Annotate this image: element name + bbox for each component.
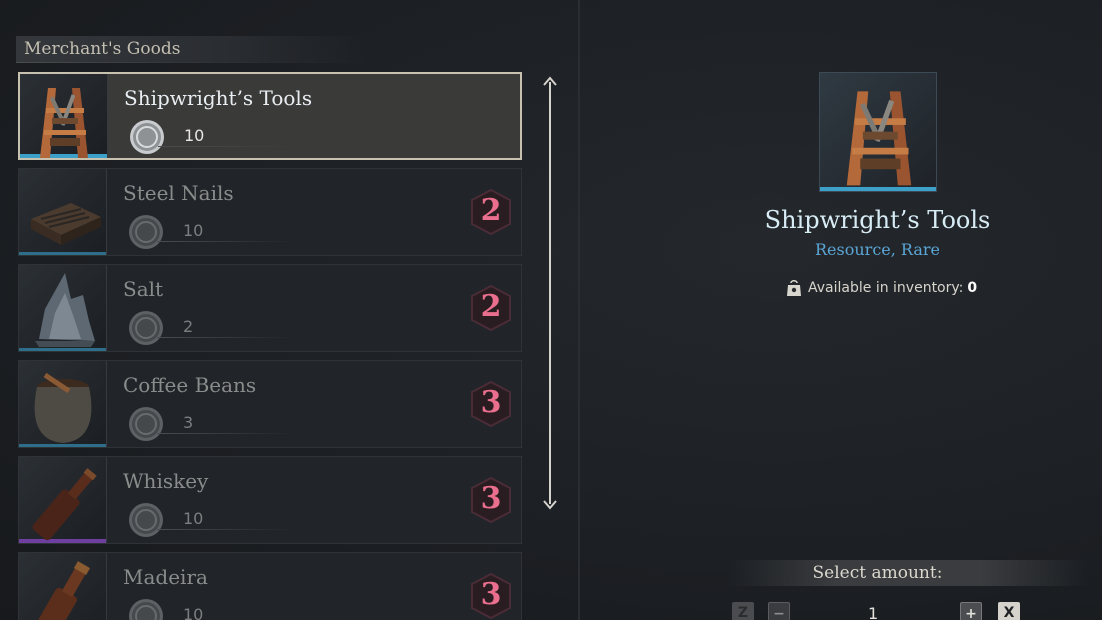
inventory-label: Available in inventory: <box>808 280 964 296</box>
coin-icon <box>129 503 163 537</box>
rank-value: 3 <box>480 481 502 516</box>
goods-list: Shipwright’s Tools 10 Steel Nails 10 2 S… <box>18 72 522 620</box>
rank-badge: 3 <box>469 572 513 620</box>
increase-amount-button[interactable]: + <box>960 602 982 620</box>
shipwrights-tools-thumbnail <box>20 74 108 158</box>
price-row: 10 <box>127 597 347 620</box>
item-price: 10 <box>183 605 204 620</box>
steel-nails-thumbnail <box>19 169 107 255</box>
item-detail-panel: Shipwright’s Tools Resource, Rare Availa… <box>580 0 1102 620</box>
nail-box-icon <box>31 203 101 245</box>
madeira-thumbnail <box>19 553 107 620</box>
goods-item-shipwrights-tools[interactable]: Shipwright’s Tools 10 <box>18 72 522 160</box>
price-row: 3 <box>127 405 347 441</box>
goods-item-madeira[interactable]: Madeira 10 3 <box>18 552 522 620</box>
increase-key-hint[interactable]: X <box>998 602 1020 620</box>
coin-icon <box>129 215 163 249</box>
amount-value: 1 <box>868 604 879 620</box>
amount-selector: Z − 1 + X <box>732 602 1032 620</box>
goods-item-coffee-beans[interactable]: Coffee Beans 3 3 <box>18 360 522 448</box>
bag-icon <box>787 280 801 296</box>
goods-item-salt[interactable]: Salt 2 2 <box>18 264 522 352</box>
price-underline <box>157 337 297 338</box>
price-row: 10 <box>127 213 347 249</box>
detail-item-image <box>819 72 937 192</box>
detail-rarity: Resource, Rare <box>815 240 940 259</box>
price-underline <box>157 529 297 530</box>
goods-item-whiskey[interactable]: Whiskey 10 3 <box>18 456 522 544</box>
rank-value: 3 <box>480 385 502 420</box>
tool-rack-icon <box>846 91 912 186</box>
goods-item-steel-nails[interactable]: Steel Nails 10 2 <box>18 168 522 256</box>
scrollbar[interactable] <box>543 76 557 510</box>
inventory-value: 0 <box>967 280 978 296</box>
salt-thumbnail <box>19 265 107 351</box>
item-name: Salt <box>123 277 164 301</box>
scroll-track-line <box>549 82 551 504</box>
coin-icon <box>129 311 163 345</box>
item-price: 10 <box>184 126 205 145</box>
whiskey-thumbnail <box>19 457 107 543</box>
merchant-screen: { "left_panel": { "title": "Merchant's G… <box>0 0 1102 620</box>
item-price: 10 <box>183 221 204 240</box>
rank-value: 2 <box>480 289 502 324</box>
price-underline <box>157 433 297 434</box>
item-price: 2 <box>183 317 194 336</box>
item-name: Steel Nails <box>123 181 234 205</box>
item-name: Shipwright’s Tools <box>124 86 313 110</box>
rank-badge: 2 <box>469 284 513 332</box>
inventory-row: Available in inventory: 0 <box>786 278 977 298</box>
salt-crystal-icon <box>35 273 95 347</box>
decrease-amount-button[interactable]: − <box>768 602 790 620</box>
bottle-icon <box>32 468 97 541</box>
coin-icon <box>129 599 163 620</box>
scroll-down-arrow-icon[interactable] <box>543 500 557 510</box>
section-title: Merchant's Goods <box>16 36 366 63</box>
rank-value: 2 <box>480 193 502 228</box>
decrease-key-hint[interactable]: Z <box>732 602 754 620</box>
coin-icon <box>130 120 164 154</box>
item-name: Whiskey <box>123 469 209 493</box>
bottle-icon <box>34 561 91 620</box>
price-underline <box>157 241 297 242</box>
detail-title: Shipwright’s Tools <box>764 206 991 234</box>
merchant-goods-panel: Merchant's Goods Shipwright’s Tools 10 S… <box>0 0 580 620</box>
item-price: 10 <box>183 509 204 528</box>
item-name: Madeira <box>123 565 208 589</box>
price-row: 2 <box>127 309 347 345</box>
rank-badge: 3 <box>469 380 513 428</box>
rank-badge: 3 <box>469 476 513 524</box>
select-amount-label: Select amount: <box>812 563 943 583</box>
item-price: 3 <box>183 413 194 432</box>
price-row: 10 <box>128 118 348 154</box>
tool-rack-icon <box>40 88 88 158</box>
price-underline <box>158 146 298 147</box>
price-row: 10 <box>127 501 347 537</box>
rank-badge: 2 <box>469 188 513 236</box>
rank-value: 3 <box>480 577 502 612</box>
coin-icon <box>129 407 163 441</box>
coffee-sack-icon <box>34 372 92 443</box>
item-name: Coffee Beans <box>123 373 257 397</box>
coffee-beans-thumbnail <box>19 361 107 447</box>
